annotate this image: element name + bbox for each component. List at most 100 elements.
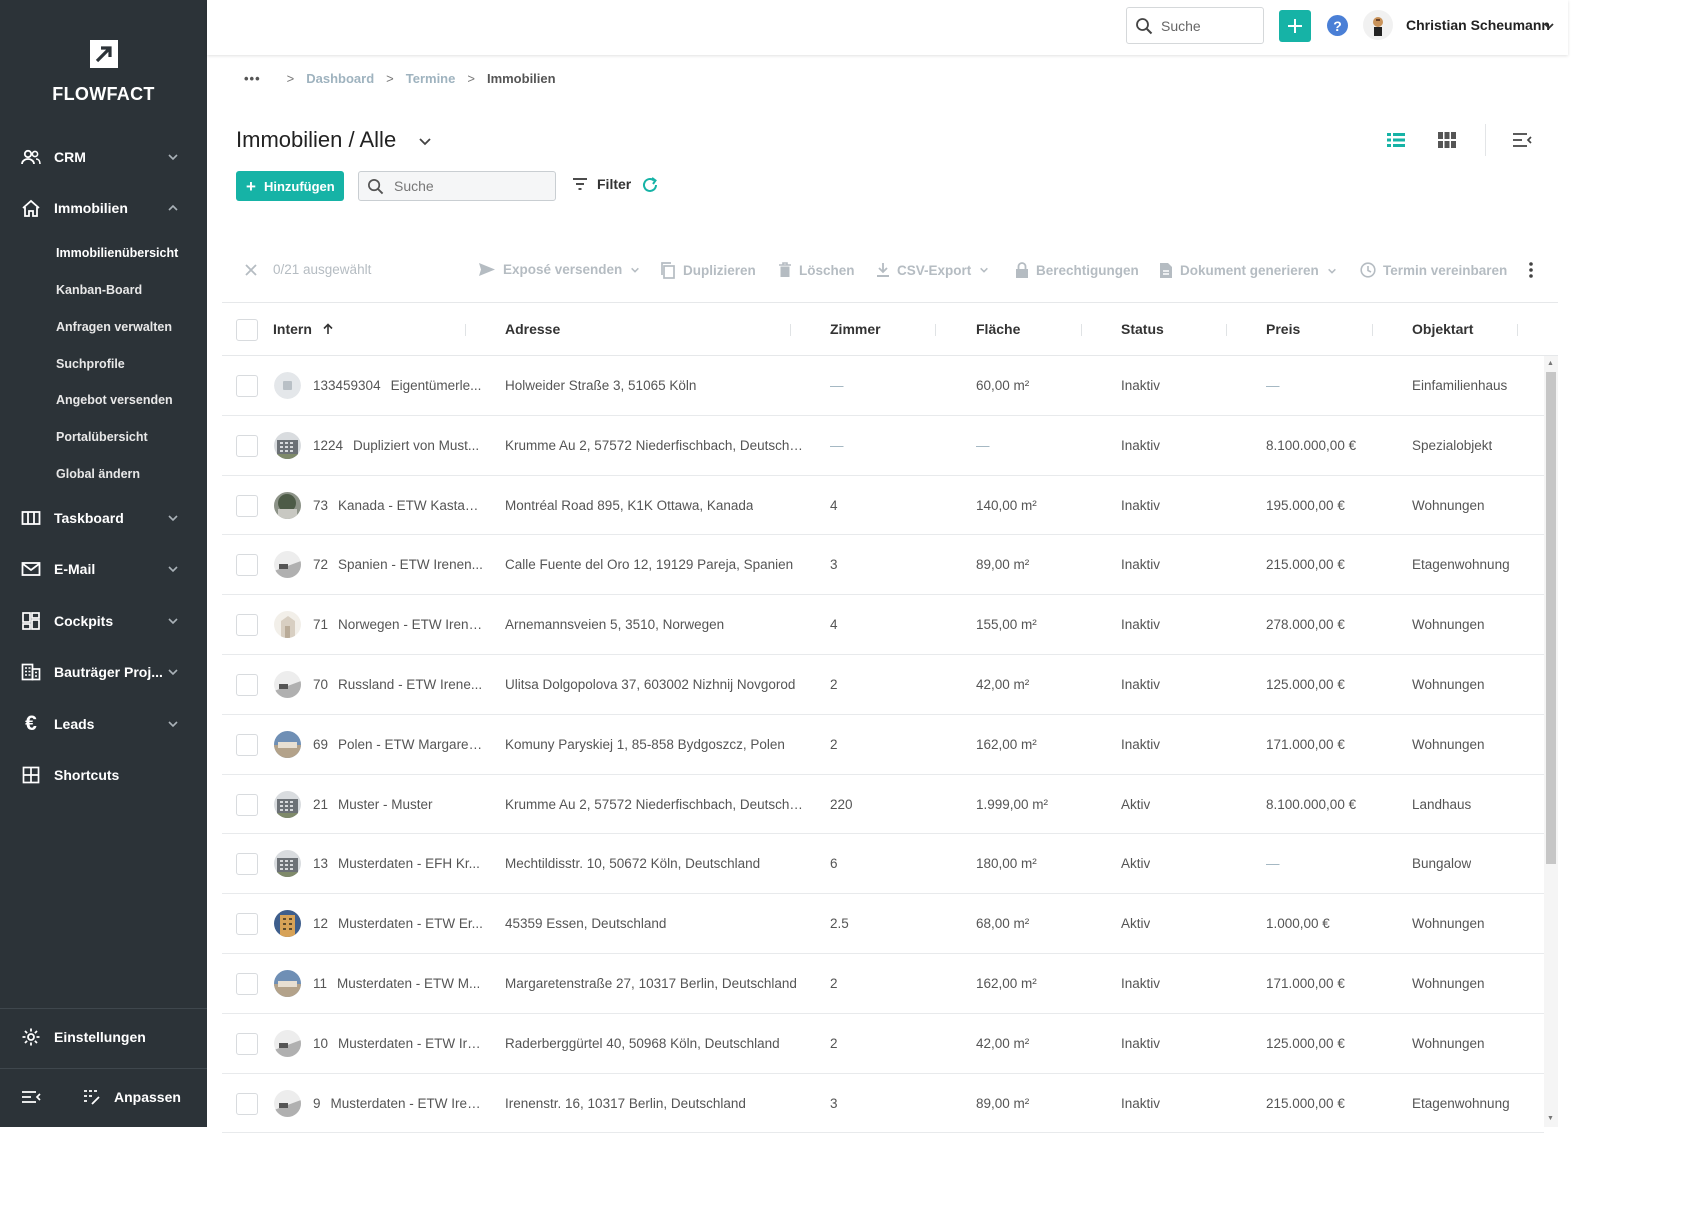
table-row[interactable]: 9 Musterdaten - ETW Iren... Irenenstr. 16,…	[222, 1074, 1544, 1134]
list-view-icon[interactable]	[1387, 131, 1405, 149]
row-checkbox[interactable]	[236, 913, 258, 936]
intern-cell[interactable]: 13 Musterdaten - EFH Kr...	[313, 856, 480, 871]
duplicate-button[interactable]: Duplizieren	[660, 262, 756, 279]
intern-cell[interactable]: 73 Kanada - ETW Kastani...	[313, 498, 483, 513]
column-divider[interactable]	[1226, 324, 1227, 336]
column-header-status[interactable]: Status	[1121, 321, 1164, 337]
intern-cell[interactable]: 72 Spanien - ETW Irenen...	[313, 557, 483, 572]
column-divider[interactable]	[465, 324, 466, 336]
table-row[interactable]: 10 Musterdaten - ETW Ire... Raderberggürte…	[222, 1014, 1544, 1074]
select-all-checkbox[interactable]	[236, 319, 258, 341]
intern-cell[interactable]: 11 Musterdaten - ETW M...	[313, 976, 480, 991]
row-checkbox[interactable]	[236, 793, 258, 816]
add-property-button[interactable]: + Hinzufügen	[236, 171, 344, 201]
table-row[interactable]: 69 Polen - ETW Margaret... Komuny Paryskie…	[222, 715, 1544, 775]
intern-cell[interactable]: 21 Muster - Muster	[313, 797, 433, 812]
column-divider[interactable]	[1081, 324, 1082, 336]
sidebar-subitem-portaluebersicht[interactable]: Portalübersicht	[56, 430, 148, 444]
logo[interactable]: FLOWFACT	[0, 40, 207, 105]
permissions-button[interactable]: Berechtigungen	[1015, 262, 1139, 279]
column-header-preis[interactable]: Preis	[1266, 321, 1300, 337]
intern-cell[interactable]: 71 Norwegen - ETW Irene...	[313, 617, 483, 632]
table-row[interactable]: 72 Spanien - ETW Irenen... Calle Fuente de…	[222, 535, 1544, 596]
filter-button[interactable]: Filter	[572, 176, 631, 192]
sidebar-item-bautraeger-projekte[interactable]: Bauträger Proj...	[0, 652, 207, 692]
table-row[interactable]: 11 Musterdaten - ETW M... Margaretenstraße…	[222, 954, 1544, 1014]
column-header-zimmer[interactable]: Zimmer	[830, 321, 881, 337]
scrollbar-thumb[interactable]	[1546, 372, 1556, 864]
row-checkbox[interactable]	[236, 972, 258, 995]
intern-cell[interactable]: 10 Musterdaten - ETW Ire...	[313, 1036, 483, 1051]
breadcrumb-more-icon[interactable]: •••	[244, 71, 261, 86]
scroll-up-arrow[interactable]: ▲	[1547, 360, 1554, 367]
column-divider[interactable]	[1372, 324, 1373, 336]
table-row[interactable]: 1224 Dupliziert von Must... Krumme Au 2, 5…	[222, 416, 1544, 476]
global-search-input[interactable]: Suche	[1126, 7, 1264, 44]
sidebar-item-crm[interactable]: CRM	[0, 137, 207, 177]
column-header-objektart[interactable]: Objektart	[1412, 321, 1473, 337]
csv-export-button[interactable]: CSV-Export	[876, 262, 989, 278]
table-row[interactable]: 71 Norwegen - ETW Irene... Arnemannsveien …	[222, 595, 1544, 655]
delete-button[interactable]: Löschen	[778, 262, 855, 278]
row-checkbox[interactable]	[236, 733, 258, 756]
table-row[interactable]: 73 Kanada - ETW Kastani... Montréal Road 8…	[222, 476, 1544, 536]
column-header-flaeche[interactable]: Fläche	[976, 321, 1020, 337]
intern-cell[interactable]: 70 Russland - ETW Irene...	[313, 677, 482, 692]
send-expose-button[interactable]: Exposé versenden	[478, 262, 640, 277]
sidebar-item-email[interactable]: E-Mail	[0, 549, 207, 589]
row-checkbox[interactable]	[236, 853, 258, 876]
help-icon[interactable]: ?	[1327, 15, 1348, 36]
row-checkbox[interactable]	[236, 494, 258, 517]
row-checkbox[interactable]	[236, 614, 258, 637]
sidebar-item-shortcuts[interactable]: Shortcuts	[0, 755, 207, 795]
column-header-intern[interactable]: Intern	[273, 321, 334, 337]
intern-cell[interactable]: 1224 Dupliziert von Must...	[313, 438, 479, 453]
table-row[interactable]: 13 Musterdaten - EFH Kr... Mechtildisstr. …	[222, 834, 1544, 895]
sidebar-subitem-anfragen-verwalten[interactable]: Anfragen verwalten	[56, 320, 172, 334]
sidebar-item-cockpits[interactable]: Cockpits	[0, 601, 207, 641]
scroll-down-arrow[interactable]: ▼	[1547, 1115, 1554, 1122]
more-options-icon[interactable]	[1522, 260, 1540, 280]
table-row[interactable]: 133459304 Eigentümerle... Holweider Straße…	[222, 356, 1544, 416]
grid-view-icon[interactable]	[1438, 131, 1456, 149]
sidebar-item-immobilien[interactable]: Immobilien	[0, 188, 207, 228]
table-row[interactable]: 12 Musterdaten - ETW Er... 45359 Essen, De…	[222, 894, 1544, 954]
row-checkbox[interactable]	[236, 1032, 258, 1055]
intern-cell[interactable]: 9 Musterdaten - ETW Iren...	[313, 1096, 483, 1111]
breadcrumb-dashboard[interactable]: Dashboard	[306, 71, 374, 86]
column-divider[interactable]	[790, 324, 791, 336]
intern-cell[interactable]: 133459304 Eigentümerle...	[313, 378, 481, 393]
sidebar-subitem-suchprofile[interactable]: Suchprofile	[56, 357, 125, 371]
column-divider[interactable]	[935, 324, 936, 336]
refresh-icon[interactable]	[641, 176, 659, 194]
column-header-adresse[interactable]: Adresse	[505, 321, 560, 337]
column-divider[interactable]	[1517, 324, 1518, 336]
sidebar-subitem-angebot-versenden[interactable]: Angebot versenden	[56, 393, 173, 407]
sidebar-item-einstellungen[interactable]: Einstellungen	[0, 1017, 207, 1057]
table-row[interactable]: 70 Russland - ETW Irene... Ulitsa Dolgopol…	[222, 655, 1544, 715]
property-search-input[interactable]: Suche	[358, 171, 556, 201]
close-icon[interactable]	[244, 263, 258, 277]
row-checkbox[interactable]	[236, 1092, 258, 1115]
row-checkbox[interactable]	[236, 554, 258, 577]
row-checkbox[interactable]	[236, 434, 258, 457]
intern-cell[interactable]: 69 Polen - ETW Margaret...	[313, 737, 483, 752]
view-selector-chevron-icon[interactable]	[418, 134, 432, 148]
table-row[interactable]: 21 Muster - Muster Krumme Au 2, 57572 Nied…	[222, 775, 1544, 835]
panel-toggle-icon[interactable]	[1512, 131, 1532, 149]
intern-cell[interactable]: 12 Musterdaten - ETW Er...	[313, 916, 483, 931]
chevron-down-icon[interactable]	[1543, 20, 1555, 32]
breadcrumb-termine[interactable]: Termine	[406, 71, 456, 86]
sidebar-item-leads[interactable]: € Leads	[0, 704, 207, 744]
generate-document-button[interactable]: Dokument generieren	[1159, 262, 1337, 279]
global-add-button[interactable]	[1279, 10, 1311, 42]
sidebar-subitem-global-aendern[interactable]: Global ändern	[56, 467, 140, 481]
sidebar-item-taskboard[interactable]: Taskboard	[0, 498, 207, 538]
sidebar-customize-button[interactable]: Anpassen	[60, 1077, 207, 1117]
row-checkbox[interactable]	[236, 673, 258, 696]
sidebar-subitem-kanban-board[interactable]: Kanban-Board	[56, 283, 142, 297]
avatar[interactable]	[1363, 10, 1393, 40]
schedule-appointment-button[interactable]: Termin vereinbaren	[1360, 262, 1507, 278]
sidebar-subitem-immobilienuebersicht[interactable]: Immobilienübersicht	[56, 246, 178, 260]
row-checkbox[interactable]	[236, 375, 258, 397]
